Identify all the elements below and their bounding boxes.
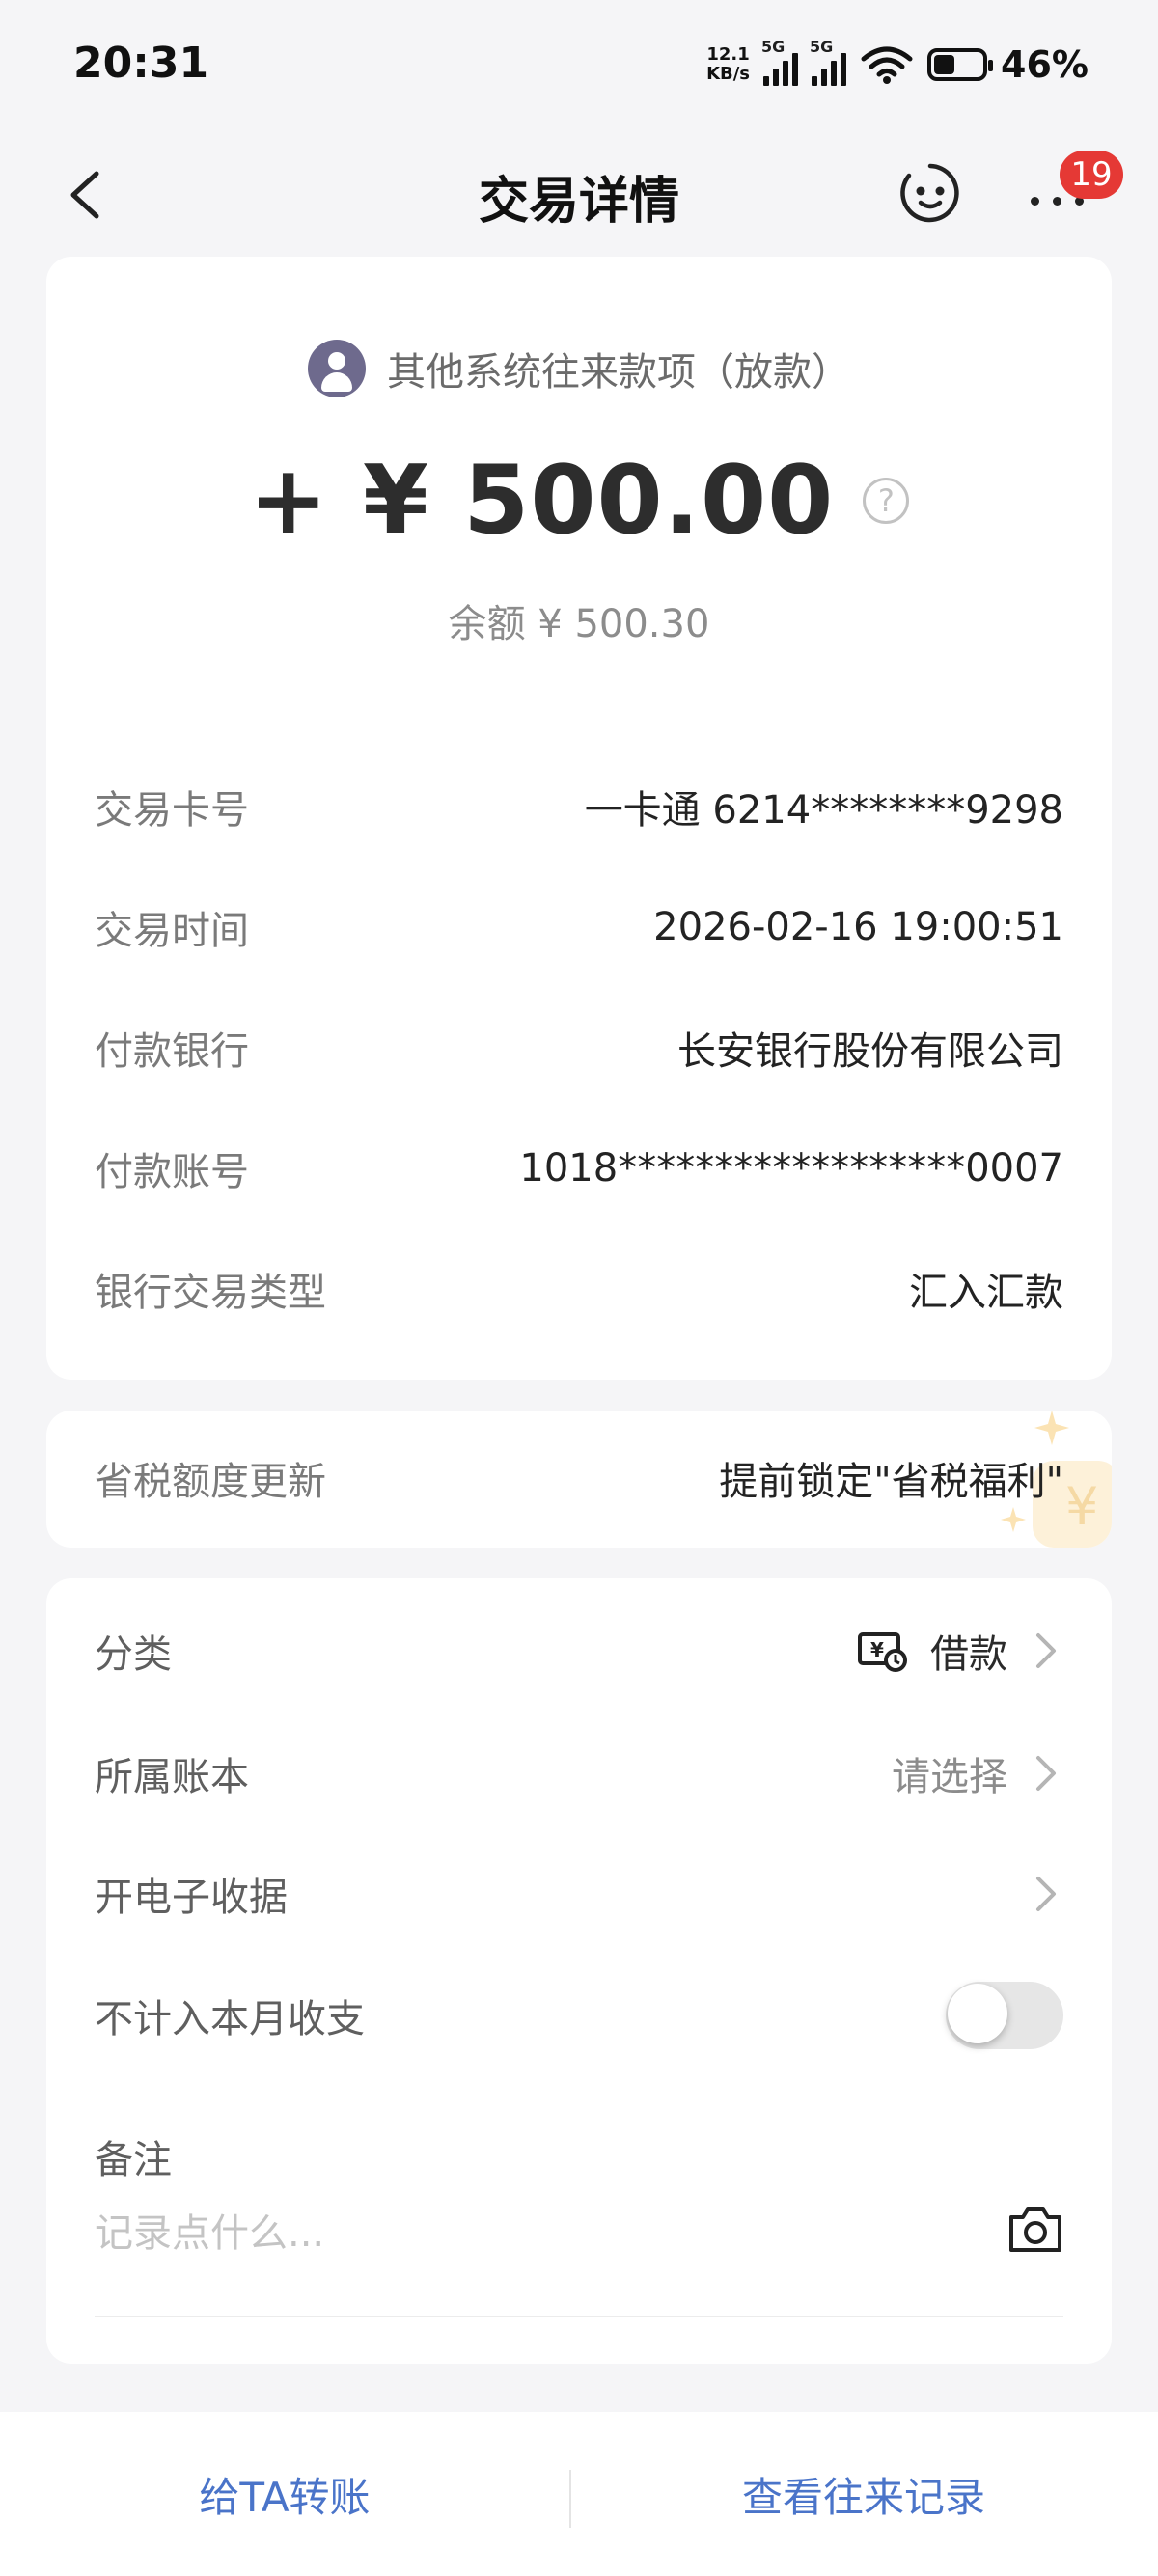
detail-row-payer-bank: 付款银行 长安银行股份有限公司 xyxy=(95,1019,1063,1077)
detail-value: 汇入汇款 xyxy=(909,1271,1063,1315)
history-button[interactable]: 查看往来记录 xyxy=(579,2412,1148,2576)
detail-label: 付款账号 xyxy=(95,1150,249,1194)
detail-row-payer-account: 付款账号 1018******************0007 xyxy=(95,1139,1063,1197)
detail-row-time: 交易时间 2026-02-16 19:00:51 xyxy=(95,898,1063,956)
chevron-right-icon xyxy=(1036,1633,1056,1668)
avatar-icon xyxy=(308,340,366,397)
detail-row-transaction-type: 银行交易类型 汇入汇款 xyxy=(95,1260,1063,1318)
receipt-row[interactable]: 开电子收据 xyxy=(95,1860,1063,1928)
chevron-right-icon xyxy=(1036,1756,1056,1791)
detail-value: 1018******************0007 xyxy=(519,1146,1063,1191)
svg-text:¥: ¥ xyxy=(1065,1476,1098,1537)
chevron-right-icon xyxy=(1036,1877,1056,1911)
detail-row-card-number: 交易卡号 一卡通 6214********9298 xyxy=(95,778,1063,836)
tax-value: 提前锁定"省税福利" xyxy=(719,1460,1063,1504)
page-title: 交易详情 xyxy=(478,173,679,231)
options-card: 分类 ¥ 借款 所属账本 请选择 开电子收据 不计入本月收支 备注 记录点什么.… xyxy=(46,1578,1112,2364)
battery-percent: 46% xyxy=(1001,43,1089,86)
exclude-label: 不计入本月收支 xyxy=(95,1997,365,2042)
detail-value: 长安银行股份有限公司 xyxy=(677,1029,1063,1074)
bottom-bar: 给TA转账 查看往来记录 xyxy=(0,2412,1158,2576)
help-icon[interactable]: ? xyxy=(863,478,910,524)
counterparty-row: 其他系统往来款项（放款） xyxy=(46,340,1112,397)
loan-category-icon: ¥ xyxy=(858,1632,907,1672)
ledger-row[interactable]: 所属账本 请选择 xyxy=(95,1740,1063,1807)
ledger-label: 所属账本 xyxy=(95,1755,249,1799)
category-value: 借款 xyxy=(930,1632,1007,1677)
camera-icon xyxy=(1009,2207,1062,2252)
status-time: 20:31 xyxy=(73,39,209,88)
amount-row: + ¥ 500.00 ? xyxy=(46,446,1112,556)
signal-icon: 5G xyxy=(761,38,799,86)
transaction-amount: + ¥ 500.00 xyxy=(248,446,835,556)
status-bar: 20:31 12.1 KB/s 5G 5G 46% xyxy=(0,0,1158,135)
assistant-button[interactable] xyxy=(896,158,965,228)
category-label: 分类 xyxy=(95,1632,172,1677)
wifi-icon xyxy=(861,46,913,84)
detail-label: 银行交易类型 xyxy=(95,1271,326,1315)
robot-face-icon xyxy=(900,163,959,223)
transaction-summary-card: 其他系统往来款项（放款） + ¥ 500.00 ? 余额 ¥ 500.30 交易… xyxy=(46,257,1112,1380)
network-speed: 12.1 KB/s xyxy=(706,44,751,84)
more-button[interactable]: 19 xyxy=(1023,151,1123,228)
exclude-toggle[interactable] xyxy=(946,1982,1063,2049)
tax-row: 省税额度更新 提前锁定"省税福利" xyxy=(95,1449,1063,1507)
back-button[interactable] xyxy=(58,166,116,224)
tax-label: 省税额度更新 xyxy=(95,1460,326,1504)
svg-text:¥: ¥ xyxy=(870,1638,884,1661)
chevron-left-icon xyxy=(70,171,99,219)
signal-icon: 5G xyxy=(810,38,847,86)
note-input[interactable] xyxy=(95,2200,963,2267)
battery-icon xyxy=(927,48,994,81)
detail-label: 付款银行 xyxy=(95,1029,249,1074)
transfer-button[interactable]: 给TA转账 xyxy=(0,2412,569,2576)
detail-value: 一卡通 6214********9298 xyxy=(584,788,1063,833)
detail-label: 交易时间 xyxy=(95,909,249,953)
receipt-label: 开电子收据 xyxy=(95,1876,288,1920)
tax-promo-card[interactable]: ¥ 省税额度更新 提前锁定"省税福利" xyxy=(46,1411,1112,1548)
note-label: 备注 xyxy=(95,2138,172,2182)
divider xyxy=(569,2470,571,2528)
category-row[interactable]: 分类 ¥ 借款 xyxy=(95,1617,1063,1685)
header: 交易详情 19 xyxy=(0,135,1158,251)
balance-text: 余额 ¥ 500.30 xyxy=(448,602,710,646)
detail-value: 2026-02-16 19:00:51 xyxy=(653,905,1063,949)
exclude-row: 不计入本月收支 xyxy=(95,1982,1063,2049)
counterparty-name: 其他系统往来款项（放款） xyxy=(387,350,850,395)
ledger-value: 请选择 xyxy=(892,1755,1007,1799)
camera-button[interactable] xyxy=(1006,2200,1065,2260)
note-underline xyxy=(95,2316,1063,2317)
status-icons: 12.1 KB/s 5G 5G 46% xyxy=(706,35,1089,95)
notification-badge: 19 xyxy=(1060,151,1123,199)
more-dots-icon xyxy=(1031,197,1084,206)
detail-label: 交易卡号 xyxy=(95,788,249,833)
